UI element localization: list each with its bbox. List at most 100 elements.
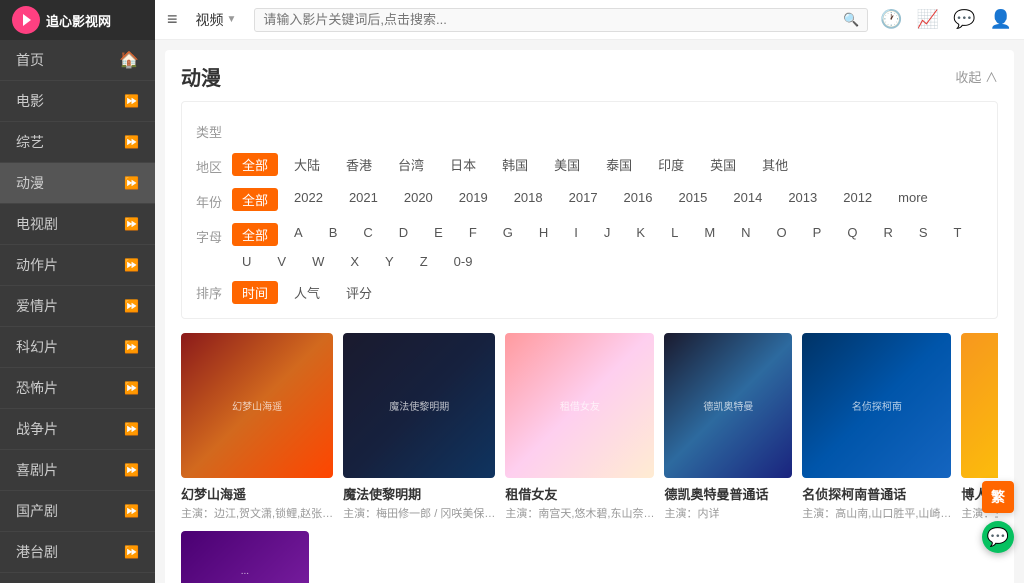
- sidebar-label: 港台剧: [16, 542, 58, 562]
- filter-tag-year-2013[interactable]: 2013: [778, 188, 827, 211]
- filter-tag-year-2019[interactable]: 2019: [449, 188, 498, 211]
- poster-placeholder: ...: [181, 531, 309, 583]
- filter-tag-letter-W[interactable]: W: [302, 252, 334, 271]
- sidebar-arrow-icon: ⏩: [124, 381, 139, 395]
- collapse-button[interactable]: 收起 ∧: [955, 67, 998, 86]
- filter-tag-region-泰国[interactable]: 泰国: [596, 153, 642, 176]
- filter-tag-letter-C[interactable]: C: [353, 223, 382, 246]
- traditional-chinese-button[interactable]: 繁: [982, 481, 1014, 513]
- movie-card[interactable]: 租借女友 租借女友 主演：南宫天,悠木碧,东山奈…: [505, 333, 654, 521]
- filter-tag-letter-B[interactable]: B: [319, 223, 348, 246]
- filter-tag-region-其他[interactable]: 其他: [752, 153, 798, 176]
- filter-tag-year-2012[interactable]: 2012: [833, 188, 882, 211]
- filter-tag-letter-全部[interactable]: 全部: [232, 223, 278, 246]
- filter-tag-letter-Y[interactable]: Y: [375, 252, 404, 271]
- sort-tag-时间[interactable]: 时间: [232, 281, 278, 304]
- filter-label-year: 年份: [196, 188, 232, 211]
- search-icon[interactable]: 🔍: [843, 12, 859, 28]
- filter-tag-letter-K[interactable]: K: [626, 223, 655, 246]
- menu-icon[interactable]: ≡: [167, 9, 178, 30]
- movie-card[interactable]: 幻梦山海遥 幻梦山海遥 主演：边江,贺文潇,锁鲤,赵张…: [181, 333, 333, 521]
- sidebar-arrow-icon: ⏩: [124, 135, 139, 149]
- sidebar-item-电视剧[interactable]: 电视剧 ⏩: [0, 204, 155, 245]
- filter-tag-letter-R[interactable]: R: [873, 223, 902, 246]
- filter-tag-year-2018[interactable]: 2018: [504, 188, 553, 211]
- movie-card[interactable]: ... Eah: [181, 531, 309, 583]
- filter-tag-year-2022[interactable]: 2022: [284, 188, 333, 211]
- filter-tag-letter-N[interactable]: N: [731, 223, 760, 246]
- sidebar-item-喜剧片[interactable]: 喜剧片 ⏩: [0, 450, 155, 491]
- filter-tag-letter-0-9[interactable]: 0-9: [444, 252, 483, 271]
- poster-placeholder: 德凯奥特曼: [664, 333, 792, 478]
- sidebar-item-动漫[interactable]: 动漫 ⏩: [0, 163, 155, 204]
- filter-tag-region-日本[interactable]: 日本: [440, 153, 486, 176]
- filter-tag-letter-S[interactable]: S: [909, 223, 938, 246]
- sidebar-item-恐怖片[interactable]: 恐怖片 ⏩: [0, 368, 155, 409]
- filter-tag-letter-T[interactable]: T: [944, 223, 972, 246]
- filter-tag-letter-O[interactable]: O: [767, 223, 797, 246]
- filter-tag-letter-F[interactable]: F: [459, 223, 487, 246]
- filter-tag-year-2020[interactable]: 2020: [394, 188, 443, 211]
- movie-card[interactable]: 德凯奥特曼 德凯奥特曼普通话 主演：内详: [664, 333, 792, 521]
- search-bar[interactable]: 🔍: [254, 8, 868, 32]
- sort-tag-人气[interactable]: 人气: [284, 281, 330, 304]
- filter-tag-region-印度[interactable]: 印度: [648, 153, 694, 176]
- sidebar-item-欧美剧[interactable]: 欧美剧 ⏩: [0, 573, 155, 583]
- sidebar-item-综艺[interactable]: 综艺 ⏩: [0, 122, 155, 163]
- user-icon[interactable]: 👤: [990, 9, 1012, 30]
- filter-tag-letter-J[interactable]: J: [594, 223, 621, 246]
- filter-tag-year-2014[interactable]: 2014: [723, 188, 772, 211]
- filter-tag-year-2016[interactable]: 2016: [614, 188, 663, 211]
- clock-icon[interactable]: 🕐: [880, 9, 902, 30]
- wechat-button[interactable]: 💬: [982, 521, 1014, 553]
- sidebar-item-首页[interactable]: 首页 🏠: [0, 40, 155, 81]
- filter-tag-region-英国[interactable]: 英国: [700, 153, 746, 176]
- filter-tag-region-韩国[interactable]: 韩国: [492, 153, 538, 176]
- poster-placeholder: 幻梦山海遥: [181, 333, 333, 478]
- filter-tag-year-2015[interactable]: 2015: [668, 188, 717, 211]
- sort-tag-评分[interactable]: 评分: [336, 281, 382, 304]
- sidebar-item-爱情片[interactable]: 爱情片 ⏩: [0, 286, 155, 327]
- filter-tag-region-台湾[interactable]: 台湾: [388, 153, 434, 176]
- nav-item-video[interactable]: 视频 ▼: [188, 6, 245, 34]
- filter-tag-region-全部[interactable]: 全部: [232, 153, 278, 176]
- sidebar-item-科幻片[interactable]: 科幻片 ⏩: [0, 327, 155, 368]
- filter-tag-letter-V[interactable]: V: [267, 252, 296, 271]
- movie-info: 主演：梅田修一郎 / 冈咲美保…: [343, 505, 495, 521]
- filter-tag-year-more[interactable]: more: [888, 188, 938, 211]
- filter-tag-year-2021[interactable]: 2021: [339, 188, 388, 211]
- filter-tag-letter-G[interactable]: G: [493, 223, 523, 246]
- movie-card[interactable]: 魔法使黎明期 魔法使黎明期 主演：梅田修一郎 / 冈咲美保…: [343, 333, 495, 521]
- sidebar-item-战争片[interactable]: 战争片 ⏩: [0, 409, 155, 450]
- header-actions: 🕐 📈 💬 👤: [880, 9, 1012, 30]
- sidebar-label: 首页: [16, 50, 44, 70]
- filter-tag-letter-I[interactable]: I: [564, 223, 588, 246]
- filter-tag-letter-L[interactable]: L: [661, 223, 688, 246]
- chart-icon[interactable]: 📈: [917, 9, 939, 30]
- filter-tag-letter-D[interactable]: D: [389, 223, 418, 246]
- filter-tag-letter-Z[interactable]: Z: [410, 252, 438, 271]
- filter-tag-letter-U[interactable]: U: [232, 252, 261, 271]
- chat-icon[interactable]: 💬: [953, 9, 975, 30]
- filter-tag-letter-Q[interactable]: Q: [837, 223, 867, 246]
- filter-tag-letter-M[interactable]: M: [694, 223, 725, 246]
- sidebar-item-国产剧[interactable]: 国产剧 ⏩: [0, 491, 155, 532]
- filter-tag-region-大陆[interactable]: 大陆: [284, 153, 330, 176]
- filter-tag-letter-H[interactable]: H: [529, 223, 558, 246]
- filter-tag-letter-A[interactable]: A: [284, 223, 313, 246]
- filter-tag-letter-E[interactable]: E: [424, 223, 453, 246]
- filter-tag-year-2017[interactable]: 2017: [559, 188, 608, 211]
- poster-placeholder: 博人传: [961, 333, 998, 478]
- filter-tag-year-全部[interactable]: 全部: [232, 188, 278, 211]
- movie-card[interactable]: 名侦探柯南 名侦探柯南普通话 主演：高山南,山口胜平,山崎…: [802, 333, 951, 521]
- search-input[interactable]: [263, 12, 843, 27]
- filter-tag-region-美国[interactable]: 美国: [544, 153, 590, 176]
- page-header: 动漫 收起 ∧: [181, 62, 998, 91]
- filter-tag-letter-P[interactable]: P: [803, 223, 832, 246]
- movie-poster: ...: [181, 531, 309, 583]
- sidebar-item-动作片[interactable]: 动作片 ⏩: [0, 245, 155, 286]
- sidebar-item-港台剧[interactable]: 港台剧 ⏩: [0, 532, 155, 573]
- sidebar-item-电影[interactable]: 电影 ⏩: [0, 81, 155, 122]
- filter-tag-region-香港[interactable]: 香港: [336, 153, 382, 176]
- filter-tag-letter-X[interactable]: X: [340, 252, 369, 271]
